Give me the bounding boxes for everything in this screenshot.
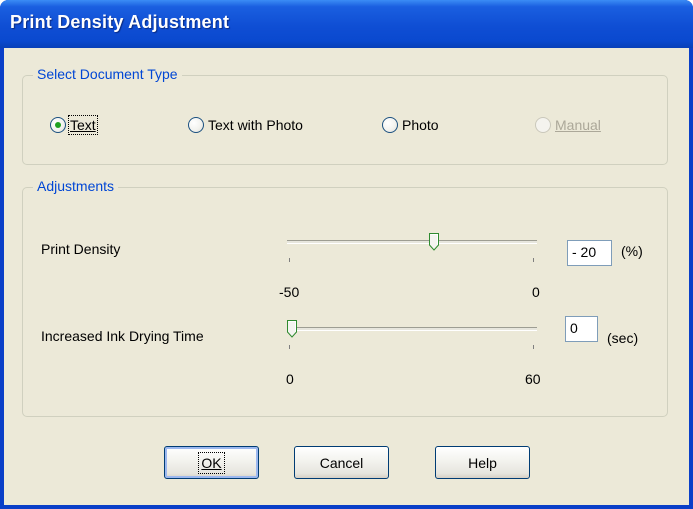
- ok-button-label: OK: [198, 451, 225, 474]
- radio-manual-label-text: Manual: [555, 117, 601, 133]
- print-density-unit: (%): [621, 243, 643, 259]
- window-title: Print Density Adjustment: [10, 12, 230, 32]
- adjustments-group: Adjustments: [22, 178, 668, 417]
- adjustments-group-label: Adjustments: [33, 178, 119, 194]
- radio-selected-dot-icon: [55, 122, 61, 128]
- radio-photo-circle-icon[interactable]: [382, 117, 398, 133]
- drying-time-label: Increased Ink Drying Time: [41, 328, 204, 344]
- radio-text[interactable]: Text: [50, 115, 98, 135]
- radio-manual-label: Manual: [555, 117, 601, 133]
- print-density-max-label: 0: [532, 284, 540, 300]
- radio-manual-circle-icon: [535, 117, 551, 133]
- radio-text-label-mnemonic: Text: [70, 117, 96, 133]
- document-type-group-label: Select Document Type: [33, 66, 182, 82]
- print-density-min-label: -50: [279, 284, 300, 300]
- print-density-tick-max: [533, 258, 534, 262]
- drying-time-min-label: 0: [286, 371, 294, 387]
- print-density-slider-thumb[interactable]: [429, 233, 439, 251]
- title-bar[interactable]: Print Density Adjustment: [0, 0, 693, 48]
- drying-time-max-label: 60: [525, 371, 541, 387]
- drying-time-slider-thumb[interactable]: [287, 320, 297, 338]
- drying-time-tick-min: [289, 345, 290, 349]
- drying-time-slider-track[interactable]: [287, 327, 537, 331]
- radio-text-circle-icon[interactable]: [50, 117, 66, 133]
- cancel-button[interactable]: Cancel: [294, 446, 389, 479]
- dialog-window: Print Density Adjustment Select Document…: [0, 0, 693, 509]
- radio-manual: Manual: [535, 115, 601, 135]
- slider-thumb-icon: [429, 233, 439, 251]
- print-density-tick-min: [289, 258, 290, 262]
- slider-thumb-icon: [287, 320, 297, 338]
- radio-text-with-photo[interactable]: Text with Photo: [188, 115, 303, 135]
- drying-time-value-field[interactable]: 0: [565, 316, 598, 342]
- radio-photo[interactable]: Photo: [382, 115, 439, 135]
- radio-text-label[interactable]: Text: [68, 115, 98, 135]
- radio-text-with-photo-label[interactable]: Text with Photo: [208, 117, 303, 133]
- drying-time-tick-max: [533, 345, 534, 349]
- help-button[interactable]: Help: [435, 446, 530, 479]
- radio-photo-label[interactable]: Photo: [402, 117, 439, 133]
- cancel-button-label: Cancel: [319, 454, 364, 471]
- drying-time-unit: (sec): [607, 330, 639, 346]
- dialog-body: Select Document Type Text Text with Phot…: [4, 48, 689, 505]
- radio-text-with-photo-circle-icon[interactable]: [188, 117, 204, 133]
- help-button-label: Help: [468, 454, 497, 471]
- print-density-slider-track[interactable]: [287, 240, 537, 244]
- print-density-value-field[interactable]: - 20: [567, 240, 612, 266]
- ok-button[interactable]: OK: [164, 446, 259, 479]
- print-density-label: Print Density: [41, 241, 121, 257]
